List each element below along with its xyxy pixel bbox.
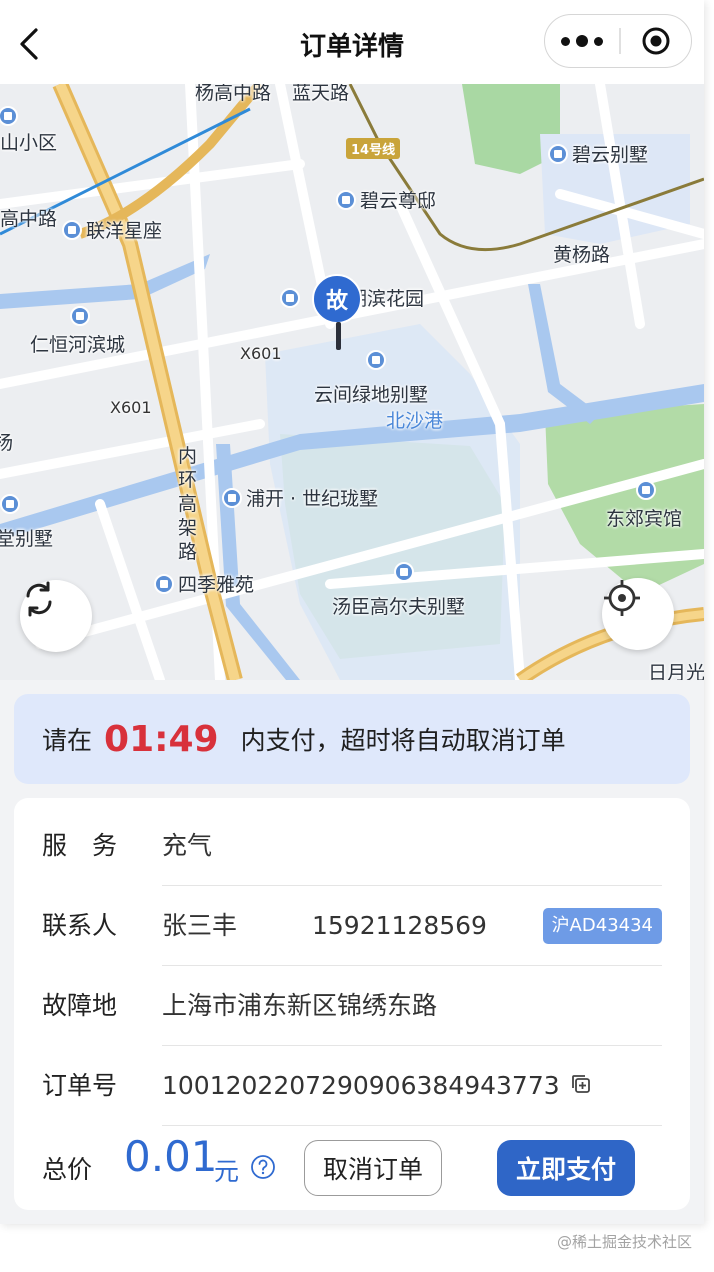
map-poi: 碧云别墅: [548, 140, 648, 167]
contact-row: 联系人 张三丰 15921128569 沪AD43434: [42, 886, 662, 966]
price-help-button[interactable]: [250, 1154, 276, 1184]
map-poi: 云间绿地别墅: [314, 350, 429, 407]
total-row: 总价 0.01 元 取消订单 立即支付: [42, 1132, 662, 1212]
mini-program-capsule: [544, 14, 692, 68]
map-view[interactable]: 杨高中路 蓝天路 山小区 14号线 碧云别墅 碧云尊邸 高中路 联洋星座 黄杨路…: [0, 84, 704, 680]
countdown-timer: 01:49: [104, 718, 219, 760]
road-label: X601: [110, 398, 152, 417]
poi-icon: [548, 143, 568, 164]
map-poi: 浦开 · 世纪珑墅: [222, 484, 378, 511]
crosshair-icon: [604, 580, 640, 616]
poi-icon: [280, 287, 300, 308]
order-info-card: 服务 充气 联系人 张三丰 15921128569 沪AD43434 故障地 上…: [14, 798, 690, 1210]
contact-name: 张三丰: [162, 911, 238, 940]
copy-icon: [571, 1075, 590, 1093]
poi-icon: [394, 562, 414, 582]
map-poi: 汤臣高尔夫别墅: [332, 562, 466, 619]
map-poi: 四季雅苑: [154, 570, 254, 597]
map-poi: 仁恒河滨城: [30, 306, 126, 357]
question-icon: [251, 1155, 275, 1179]
copy-button[interactable]: [570, 1047, 592, 1127]
map-label: 日月光: [648, 662, 704, 680]
map-label: 杨: [0, 432, 14, 454]
poi-label: 东郊宾馆: [606, 508, 683, 530]
poi-label: 仁恒河滨城: [30, 334, 126, 356]
order-number-group: 1001202207290906384943773: [162, 1046, 592, 1127]
water-label: 北沙港: [386, 410, 444, 432]
service-row: 服务 充气: [42, 806, 662, 886]
locate-button[interactable]: [602, 578, 674, 650]
pay-now-button[interactable]: 立即支付: [497, 1140, 635, 1196]
metro-line-badge: 14号线: [346, 138, 401, 159]
more-dot-icon: [594, 36, 603, 46]
refresh-map-button[interactable]: [20, 580, 92, 652]
poi-label: 碧云别墅: [572, 144, 649, 166]
poi-icon: [154, 573, 174, 594]
marker-stem: [335, 322, 341, 350]
more-button[interactable]: [545, 15, 619, 67]
highway-label: 内环高架路: [178, 445, 198, 563]
watermark: @稀土掘金技术社区: [556, 1233, 692, 1251]
poi-icon: [70, 306, 90, 326]
map-label: 高中路: [0, 208, 58, 230]
poi-label: 堂别墅: [0, 528, 54, 550]
close-program-button[interactable]: [621, 15, 692, 67]
location-row: 故障地 上海市浦东新区锦绣东路: [42, 966, 662, 1046]
map-poi: [0, 106, 18, 126]
poi-icon: [366, 350, 386, 370]
nav-bar: 订单详情: [0, 0, 704, 84]
poi-label: 云间绿地别墅: [314, 384, 429, 406]
phone-frame: 订单详情 杨高中路 蓝天路 山小区 14号线 碧云别墅 碧云尊邸 高中路 联洋星…: [0, 0, 704, 1224]
map-poi: 联洋星座: [62, 216, 162, 243]
divider: [162, 1125, 662, 1126]
service-value: 充气: [162, 831, 213, 860]
fault-location-marker[interactable]: 故: [312, 274, 364, 354]
more-dot-icon: [576, 35, 588, 47]
order-number-value: 1001202207290906384943773: [162, 1071, 560, 1100]
refresh-icon: [26, 581, 52, 617]
total-amount: 0.01: [124, 1132, 218, 1181]
location-label: 故障地: [42, 991, 118, 1020]
order-number-label: 订单号: [42, 1071, 118, 1100]
map-label: 黄杨路: [553, 244, 611, 266]
poi-icon: [62, 219, 82, 240]
total-unit: 元: [214, 1157, 240, 1186]
road-label: X601: [240, 344, 282, 363]
poi-label: 四季雅苑: [178, 574, 255, 596]
more-dot-icon: [561, 36, 570, 46]
poi-icon: [222, 487, 242, 508]
target-close-icon: [642, 27, 670, 55]
poi-label: 汤臣高尔夫别墅: [332, 596, 466, 618]
poi-label: 浦开 · 世纪珑墅: [246, 488, 379, 510]
contact-phone[interactable]: 15921128569: [312, 886, 487, 966]
countdown-suffix: 内支付，超时将自动取消订单: [240, 726, 566, 755]
license-plate-badge: 沪AD43434: [542, 908, 662, 944]
location-value: 上海市浦东新区锦绣东路: [162, 991, 438, 1020]
cancel-order-button[interactable]: 取消订单: [304, 1140, 442, 1196]
map-label: 杨高中路: [195, 84, 272, 104]
total-label: 总价: [42, 1155, 93, 1184]
payment-countdown-banner: 请在 01:49 内支付，超时将自动取消订单: [14, 694, 690, 784]
poi-icon: [0, 494, 20, 514]
contact-label: 联系人: [42, 911, 118, 940]
map-label: 蓝天路: [292, 84, 350, 104]
order-number-row: 订单号 1001202207290906384943773: [42, 1046, 662, 1126]
poi-icon: [0, 106, 18, 126]
poi-label: 联洋星座: [86, 220, 163, 242]
fault-marker-label: 故: [312, 274, 362, 324]
map-poi: 碧云尊邸: [336, 186, 436, 213]
countdown-prefix: 请在: [42, 726, 93, 755]
map-label: 山小区: [0, 132, 58, 154]
poi-icon: [636, 480, 656, 500]
poi-icon: [336, 189, 356, 210]
map-poi: 东郊宾馆: [606, 478, 682, 531]
service-label: 服务: [42, 831, 143, 860]
map-poi: 堂别墅: [0, 494, 54, 551]
poi-label: 碧云尊邸: [360, 190, 437, 212]
